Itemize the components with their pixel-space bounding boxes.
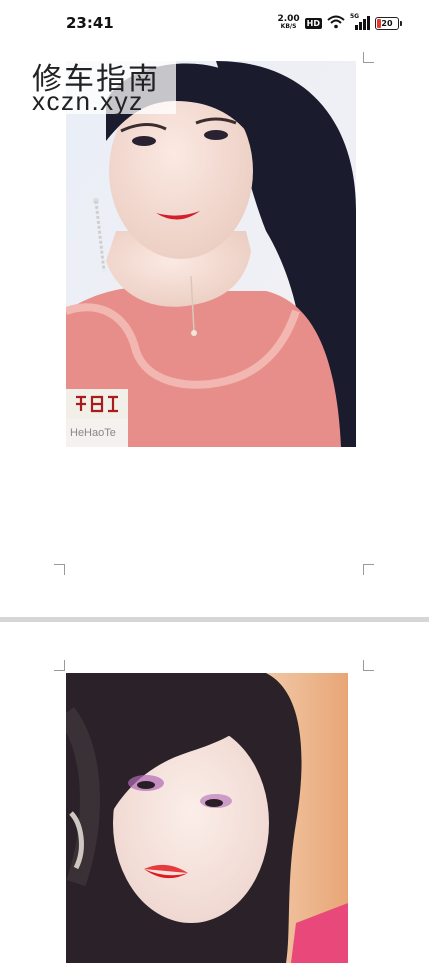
battery-icon: 20: [375, 16, 402, 30]
document-image-2: [66, 673, 348, 963]
status-time: 23:41: [66, 14, 114, 32]
stamp-logo: [76, 395, 118, 413]
network-speed: 2.00 KB/S: [277, 15, 299, 31]
page-corner-mark: [54, 660, 65, 671]
page-corner-mark: [54, 564, 65, 575]
hd-badge: HD: [304, 17, 322, 29]
photo-stamp: [66, 389, 128, 419]
watermark-url: xczn.xyz: [32, 86, 144, 116]
network-speed-unit: KB/S: [280, 23, 297, 30]
page-separator: [0, 617, 429, 622]
watermark: 修车指南 xczn.xyz: [26, 52, 176, 116]
photo-caption: HeHaoTe: [66, 419, 128, 447]
signal-icon: 5G: [350, 13, 370, 30]
status-bar: 23:41 2.00 KB/S HD 5G 20: [0, 0, 429, 38]
page-corner-mark: [363, 660, 374, 671]
document-image-1: HeHaoTe: [66, 61, 356, 447]
network-speed-value: 2.00: [277, 14, 300, 24]
battery-level: 20: [381, 18, 393, 28]
status-icons: 2.00 KB/S HD 5G 20: [277, 12, 402, 34]
wifi-icon: [327, 14, 345, 33]
document-viewer[interactable]: HeHaoTe: [0, 38, 429, 963]
battery-level-fill: [377, 18, 381, 28]
page-corner-mark: [363, 564, 374, 575]
page-corner-mark: [363, 52, 374, 63]
portrait-photo-2: [66, 673, 348, 963]
